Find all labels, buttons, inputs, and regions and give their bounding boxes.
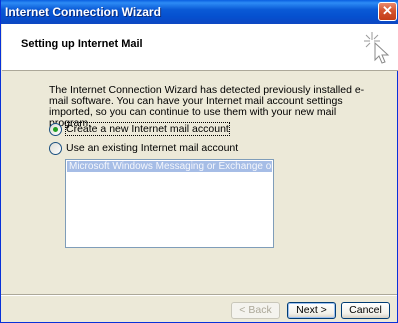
option-create-new-label[interactable]: Create a new Internet mail account: [65, 122, 230, 136]
window-title: Internet Connection Wizard: [5, 5, 161, 19]
radio-create-new[interactable]: [49, 123, 62, 136]
wizard-header: Setting up Internet Mail: [2, 24, 398, 71]
close-icon: ✕: [382, 3, 393, 18]
wizard-sparkle-cursor-icon: [364, 32, 390, 64]
page-title: Setting up Internet Mail: [21, 38, 143, 50]
back-button[interactable]: < Back: [231, 302, 280, 319]
existing-accounts-list[interactable]: Microsoft Windows Messaging or Exchange …: [65, 159, 274, 248]
close-button[interactable]: ✕: [378, 2, 397, 21]
radio-use-existing[interactable]: [49, 142, 62, 155]
wizard-window: Internet Connection Wizard ✕ Setting up …: [0, 0, 398, 323]
list-item[interactable]: Microsoft Windows Messaging or Exchange …: [67, 161, 272, 172]
next-button[interactable]: Next >: [287, 302, 336, 319]
title-bar[interactable]: Internet Connection Wizard ✕: [1, 0, 398, 24]
cancel-button[interactable]: Cancel: [341, 302, 390, 319]
footer-divider: [1, 294, 397, 296]
option-use-existing-label[interactable]: Use an existing Internet mail account: [66, 142, 238, 154]
